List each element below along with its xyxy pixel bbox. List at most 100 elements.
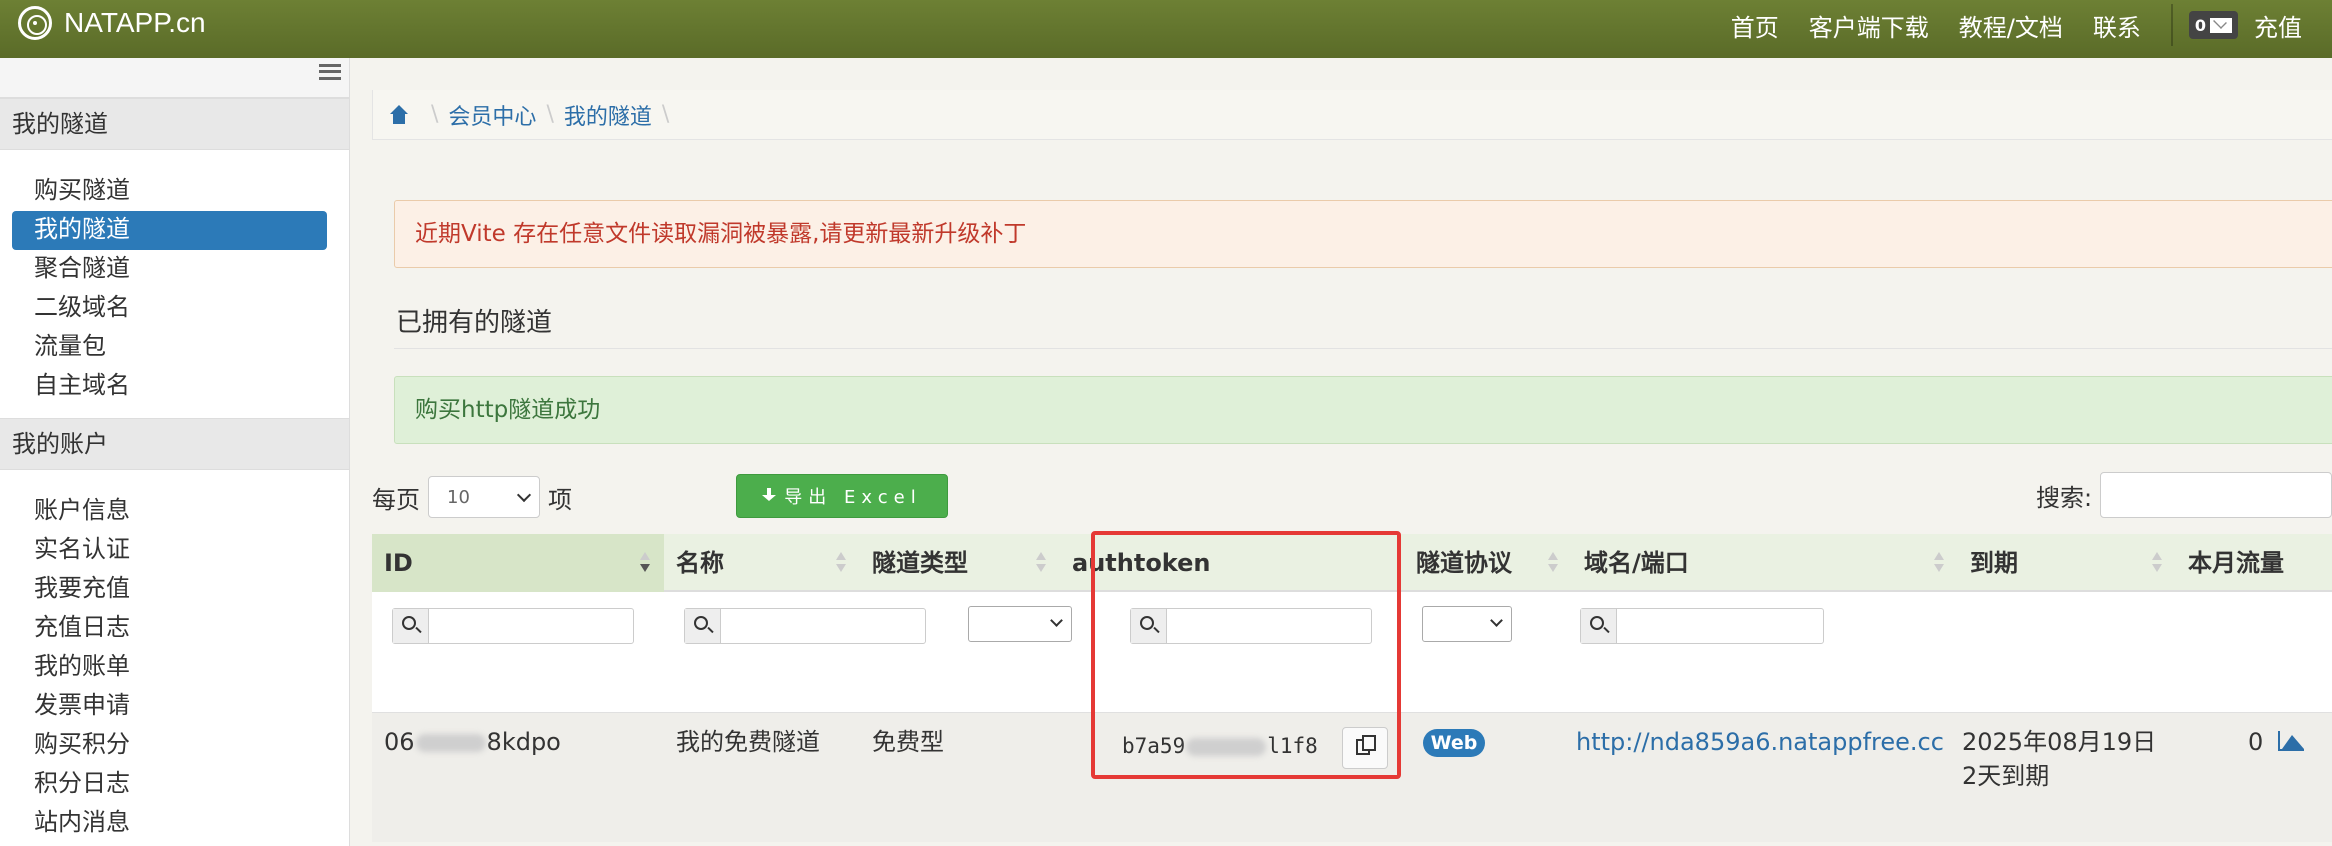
copy-token-button[interactable] bbox=[1342, 727, 1388, 769]
column-header-expire[interactable]: 到期 bbox=[1958, 534, 2176, 592]
table-row[interactable]: 06 8kdpo 我的免费隧道 免费型 b7a59 l1f8 Web http://… bbox=[372, 712, 2332, 842]
home-icon[interactable] bbox=[389, 104, 409, 125]
nav-divider bbox=[2170, 4, 2173, 46]
sidebar-item-recharge-log[interactable]: 充值日志 bbox=[12, 609, 327, 648]
redacted-text bbox=[415, 734, 486, 752]
column-header-name[interactable]: 名称 bbox=[664, 534, 860, 592]
top-navbar: NATAPP.cn 首页 客户端下载 教程/文档 联系 0 充值 bbox=[0, 0, 2332, 58]
cell-id: 06 8kdpo bbox=[384, 725, 561, 759]
search-label: 搜索: bbox=[2036, 484, 2093, 512]
breadcrumb-separator: \ bbox=[546, 102, 554, 127]
sidebar-item-verification[interactable]: 实名认证 bbox=[12, 531, 327, 570]
column-header-id[interactable]: ID bbox=[372, 534, 664, 592]
cell-name: 我的免费隧道 bbox=[676, 728, 820, 756]
domain-link[interactable]: http://nda859a6.natappfree.cc bbox=[1576, 725, 1944, 759]
column-header-traffic[interactable]: 本月流量 bbox=[2176, 534, 2332, 592]
breadcrumb-my-tunnels[interactable]: 我的隧道 bbox=[564, 99, 652, 131]
sidebar-account-list: 账户信息 实名认证 我要充值 充值日志 我的账单 发票申请 购买积分 积分日志 … bbox=[0, 470, 349, 846]
redacted-text bbox=[1186, 738, 1267, 756]
sort-icon bbox=[836, 552, 846, 576]
protocol-filter-select[interactable] bbox=[1422, 606, 1512, 642]
menu-collapse-icon[interactable] bbox=[319, 64, 341, 80]
sidebar-item-messages[interactable]: 站内消息 bbox=[12, 804, 327, 843]
sidebar-item-subdomain[interactable]: 二级域名 bbox=[12, 289, 327, 328]
sidebar: 我的隧道 购买隧道 我的隧道 聚合隧道 二级域名 流量包 自主域名 我的账户 账… bbox=[0, 58, 350, 846]
column-header-protocol[interactable]: 隧道协议 bbox=[1404, 534, 1572, 592]
protocol-badge: Web bbox=[1423, 729, 1485, 757]
type-filter-select[interactable] bbox=[968, 606, 1072, 642]
id-suffix: 8kdpo bbox=[486, 728, 561, 756]
expire-note: 2天到期 bbox=[1962, 762, 2050, 790]
search-icon bbox=[402, 616, 416, 630]
sidebar-tunnel-list: 购买隧道 我的隧道 聚合隧道 二级域名 流量包 自主域名 bbox=[0, 150, 349, 418]
logo[interactable]: NATAPP.cn bbox=[18, 6, 206, 40]
search-icon bbox=[694, 616, 708, 630]
sidebar-item-invoice[interactable]: 发票申请 bbox=[12, 687, 327, 726]
sidebar-item-traffic-pack[interactable]: 流量包 bbox=[12, 328, 327, 367]
sidebar-item-buy-tunnel[interactable]: 购买隧道 bbox=[12, 172, 327, 211]
domain-filter-input[interactable] bbox=[1580, 608, 1824, 644]
cell-traffic: 0 bbox=[2248, 728, 2264, 756]
column-header-domain[interactable]: 域名/端口 bbox=[1572, 534, 1958, 592]
export-excel-button[interactable]: 导出 Excel bbox=[736, 474, 948, 518]
envelope-icon bbox=[2210, 17, 2232, 33]
copy-icon bbox=[1356, 735, 1376, 755]
search-input[interactable] bbox=[2100, 472, 2332, 518]
area-chart-icon[interactable] bbox=[2278, 731, 2304, 751]
sidebar-section-account[interactable]: 我的账户 bbox=[0, 418, 349, 470]
nav-docs[interactable]: 教程/文档 bbox=[1959, 8, 2063, 43]
nav-contact[interactable]: 联系 bbox=[2093, 8, 2141, 43]
download-icon bbox=[762, 488, 777, 504]
success-alert: 购买http隧道成功 bbox=[394, 376, 2332, 444]
sort-icon bbox=[1934, 552, 1944, 576]
column-header-type[interactable]: 隧道类型 bbox=[860, 534, 1060, 592]
nav-recharge[interactable]: 充值 bbox=[2254, 8, 2302, 43]
page-length-control: 每页 10 项 bbox=[372, 476, 572, 518]
filter-row bbox=[372, 592, 2332, 712]
sidebar-item-bills[interactable]: 我的账单 bbox=[12, 648, 327, 687]
cell-authtoken: b7a59 l1f8 bbox=[1122, 729, 1318, 763]
search-icon bbox=[1590, 616, 1604, 630]
cell-expire: 2025年08月19日 2天到期 bbox=[1962, 725, 2156, 793]
expire-date: 2025年08月19日 bbox=[1962, 728, 2157, 756]
breadcrumb-member-center[interactable]: 会员中心 bbox=[448, 99, 536, 131]
sidebar-toolbar bbox=[0, 58, 349, 98]
search-icon bbox=[1140, 616, 1154, 630]
token-suffix: l1f8 bbox=[1267, 734, 1318, 758]
sidebar-item-account-info[interactable]: 账户信息 bbox=[12, 492, 327, 531]
sidebar-item-custom-domain[interactable]: 自主域名 bbox=[12, 367, 327, 406]
sort-icon bbox=[640, 552, 650, 576]
nav-download[interactable]: 客户端下载 bbox=[1809, 8, 1929, 43]
per-page-label: 每页 bbox=[372, 485, 420, 514]
sidebar-item-aggregate-tunnel[interactable]: 聚合隧道 bbox=[12, 250, 327, 289]
sort-icon bbox=[2152, 552, 2162, 576]
message-button[interactable]: 0 bbox=[2188, 11, 2238, 39]
column-label: 名称 bbox=[676, 549, 724, 577]
nav-home[interactable]: 首页 bbox=[1731, 8, 1779, 43]
filter-addon bbox=[685, 609, 721, 643]
sidebar-item-buy-points[interactable]: 购买积分 bbox=[12, 726, 327, 765]
chevron-down-icon bbox=[1490, 614, 1503, 627]
sidebar-item-points-log[interactable]: 积分日志 bbox=[12, 765, 327, 804]
per-page-select[interactable]: 10 bbox=[428, 476, 540, 518]
column-label: 到期 bbox=[1970, 549, 2018, 577]
name-filter-input[interactable] bbox=[684, 608, 926, 644]
sort-icon bbox=[1548, 552, 1558, 576]
per-page-value: 10 bbox=[447, 486, 470, 508]
sidebar-item-recharge[interactable]: 我要充值 bbox=[12, 570, 327, 609]
title-divider bbox=[394, 348, 2332, 349]
message-count: 0 bbox=[2194, 15, 2206, 35]
logo-icon bbox=[18, 6, 52, 40]
authtoken-filter-input[interactable] bbox=[1130, 608, 1372, 644]
warning-alert: 近期Vite 存在任意文件读取漏洞被暴露,请更新最新升级补丁 bbox=[394, 200, 2332, 268]
column-header-authtoken: authtoken bbox=[1060, 534, 1262, 592]
breadcrumb: \ 会员中心 \ 我的隧道 \ bbox=[372, 90, 2332, 140]
id-filter-input[interactable] bbox=[392, 608, 634, 644]
sidebar-item-my-tunnels[interactable]: 我的隧道 bbox=[12, 211, 327, 250]
sidebar-section-tunnels[interactable]: 我的隧道 bbox=[0, 98, 349, 150]
column-label: ID bbox=[384, 549, 413, 577]
per-page-suffix: 项 bbox=[548, 485, 572, 514]
logo-text: NATAPP.cn bbox=[64, 7, 206, 38]
column-label: 本月流量 bbox=[2188, 549, 2284, 577]
filter-addon bbox=[393, 609, 429, 643]
